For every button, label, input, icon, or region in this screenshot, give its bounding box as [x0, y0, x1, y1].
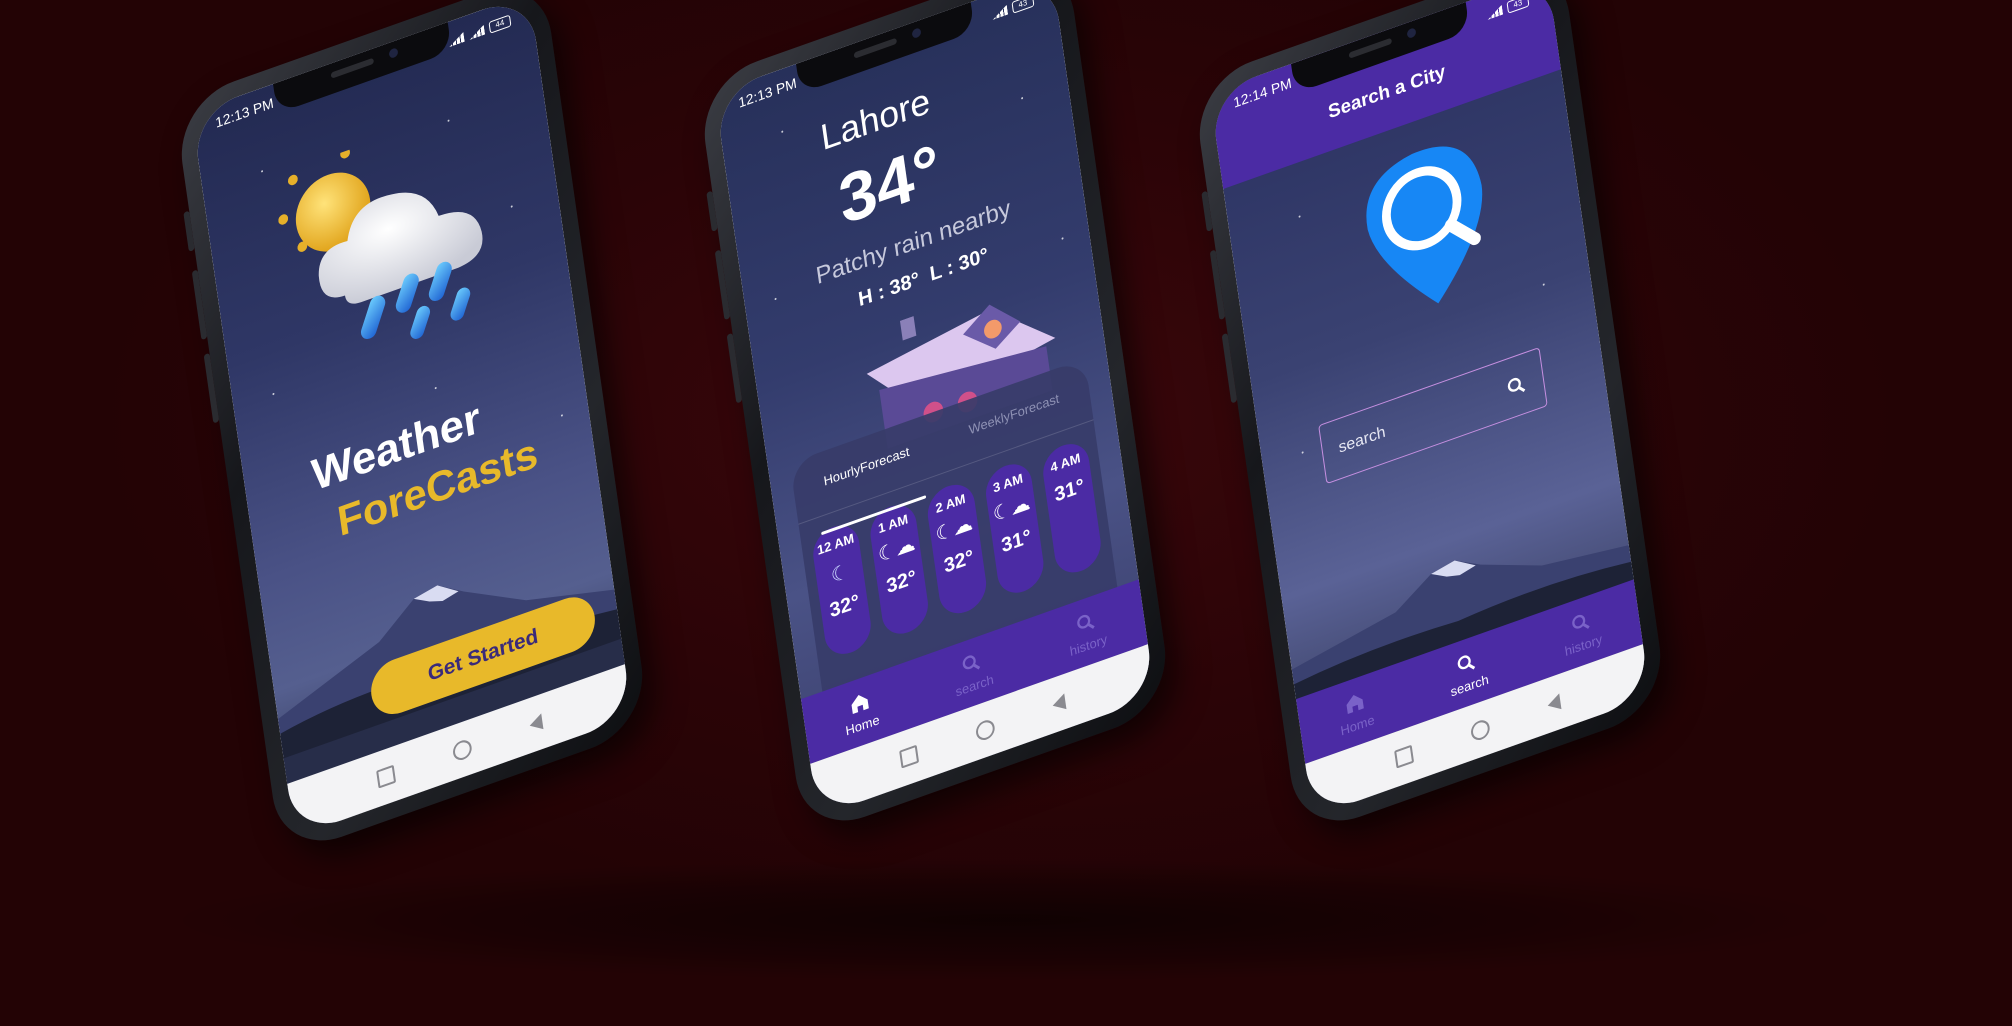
nav-history-label: history: [1563, 630, 1603, 659]
nav-history-label: history: [1068, 630, 1108, 659]
battery-icon: 44: [488, 14, 512, 34]
hourly-temp: 32°: [942, 545, 976, 578]
recent-apps-button[interactable]: [1394, 744, 1415, 769]
hourly-card: 12 AM ☾ 32°: [810, 518, 874, 661]
search-icon: [962, 654, 981, 669]
home-button[interactable]: [1469, 717, 1491, 743]
nav-history[interactable]: history: [1560, 605, 1603, 659]
home-button[interactable]: [451, 737, 473, 763]
moon-icon: ☾: [829, 560, 851, 588]
back-button[interactable]: [528, 713, 544, 734]
hourly-card: 2 AM ☾☁ 32°: [925, 478, 989, 620]
nav-home[interactable]: Home: [841, 686, 880, 738]
signal-icon: [448, 32, 465, 47]
search-icon: [1457, 654, 1476, 669]
home-button[interactable]: [974, 717, 996, 743]
back-button[interactable]: [1546, 693, 1562, 714]
nav-search[interactable]: search: [1446, 645, 1490, 699]
home-icon: [851, 694, 869, 714]
nav-history[interactable]: history: [1065, 605, 1108, 659]
nav-home[interactable]: Home: [1336, 686, 1375, 738]
hourly-card: 4 AM 31°: [1040, 437, 1104, 580]
tab-weekly-forecast-label: WeeklyForecast: [967, 390, 1061, 438]
search-icon: [1076, 614, 1095, 629]
back-button[interactable]: [1051, 693, 1067, 714]
recent-apps-button[interactable]: [899, 744, 920, 769]
hourly-card: 1 AM ☾☁ 32°: [867, 498, 932, 641]
hourly-temp: 32°: [885, 566, 918, 599]
floor-shadow: [180, 860, 1830, 980]
search-icon[interactable]: [1504, 371, 1528, 400]
signal-icon: [991, 5, 1008, 20]
signal-icon: [1486, 5, 1503, 20]
signal-icon: [468, 25, 485, 40]
home-icon: [1346, 694, 1364, 714]
nav-search-label: search: [954, 670, 995, 700]
hourly-temp: 31°: [1000, 525, 1033, 558]
hourly-temp: 31°: [1053, 474, 1086, 507]
nav-search-label: search: [1449, 670, 1490, 700]
search-icon: [1571, 614, 1590, 629]
nav-search[interactable]: search: [951, 645, 995, 699]
hourly-temp: 32°: [828, 590, 861, 623]
recent-apps-button[interactable]: [376, 764, 397, 789]
hourly-card: 3 AM ☾☁ 31°: [982, 457, 1047, 600]
tab-hourly-forecast-label: HourlyForecast: [822, 443, 911, 489]
